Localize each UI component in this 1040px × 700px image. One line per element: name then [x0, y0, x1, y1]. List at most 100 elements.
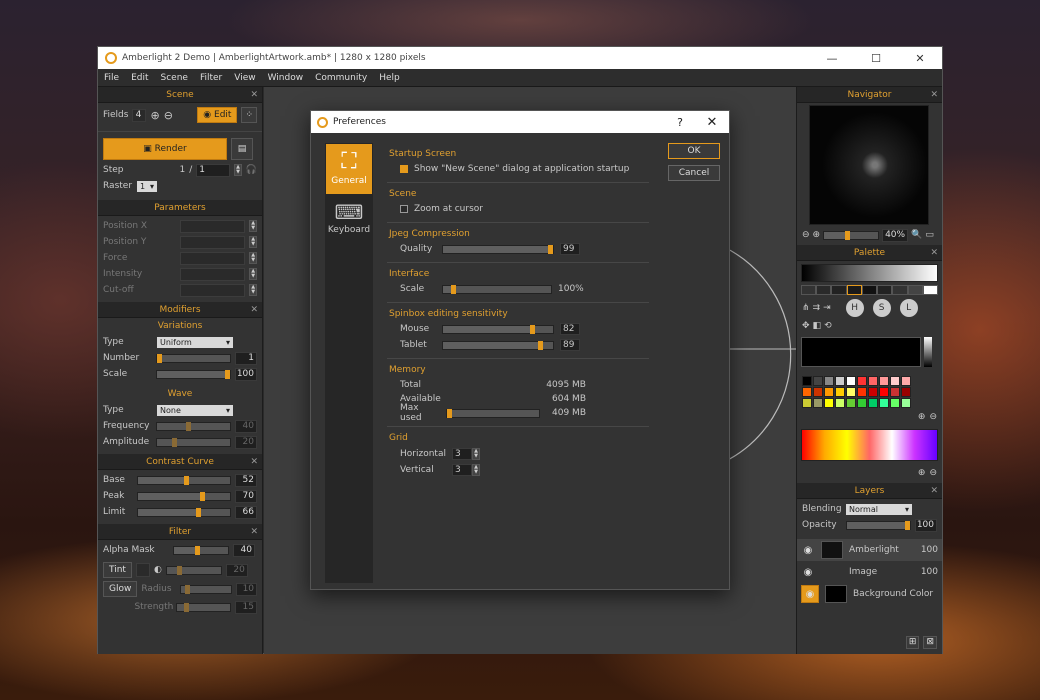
quality-slider[interactable]	[442, 244, 554, 254]
menu-help[interactable]: Help	[373, 73, 406, 83]
gradient-stops[interactable]	[801, 285, 938, 295]
fields-value[interactable]: 4	[132, 108, 147, 122]
render-settings-icon[interactable]: ▤	[231, 138, 253, 160]
menu-scene[interactable]: Scene	[155, 73, 194, 83]
minimize-button[interactable]: —	[810, 52, 854, 65]
alpha-mask-value[interactable]: 40	[233, 543, 255, 557]
menu-view[interactable]: View	[228, 73, 261, 83]
opacity-slider[interactable]	[845, 520, 912, 530]
tablet-slider[interactable]	[442, 340, 554, 350]
close-icon[interactable]: ✕	[250, 524, 258, 540]
nodes-icon[interactable]: ⋔	[802, 303, 810, 313]
scale-value[interactable]: 100	[235, 367, 257, 381]
menu-community[interactable]: Community	[309, 73, 373, 83]
remove-gradient-icon[interactable]: ⊖	[929, 468, 937, 478]
close-icon[interactable]: ✕	[930, 483, 938, 499]
render-button[interactable]: ▣ Render	[103, 138, 227, 160]
number-slider[interactable]	[156, 353, 232, 363]
quality-value[interactable]: 99	[560, 243, 580, 255]
swatch-grid-1[interactable]	[801, 375, 938, 409]
number-value[interactable]: 1	[235, 351, 257, 365]
zoom-in-icon[interactable]: ⊕	[813, 230, 821, 240]
menu-window[interactable]: Window	[262, 73, 310, 83]
tab-keyboard[interactable]: ⌨ Keyboard	[326, 195, 372, 245]
limit-value[interactable]: 66	[235, 505, 257, 519]
headphones-icon[interactable]: 🎧	[246, 165, 257, 175]
arrow-icon[interactable]: ⇥	[823, 303, 831, 313]
tab-general[interactable]: ⛶ General	[326, 144, 372, 194]
base-value[interactable]: 52	[235, 473, 257, 487]
tint-color-swatch[interactable]	[135, 563, 150, 577]
close-button[interactable]: ✕	[898, 52, 942, 65]
blending-dropdown[interactable]: Normal	[846, 503, 912, 515]
opacity-value[interactable]: 100	[915, 518, 937, 532]
layer-item[interactable]: ◉ Image 100	[797, 561, 942, 583]
gradient-bar[interactable]	[801, 264, 938, 282]
eye-icon[interactable]: ◉	[801, 585, 819, 603]
step-spin-arrows[interactable]: ▲ ▼	[234, 164, 242, 176]
flow-icon[interactable]: ⇉	[813, 303, 821, 313]
edit-button[interactable]: ◉ Edit	[197, 107, 238, 123]
fullscreen-icon[interactable]: ▭	[925, 230, 934, 240]
cycle-icon[interactable]: ⟲	[824, 321, 832, 331]
ok-button[interactable]: OK	[668, 143, 720, 159]
gradient-swatches[interactable]	[801, 429, 938, 461]
saturation-button[interactable]: S	[872, 299, 891, 317]
limit-slider[interactable]	[136, 507, 232, 517]
menu-edit[interactable]: Edit	[125, 73, 154, 83]
points-icon[interactable]: ⁘	[241, 107, 257, 123]
base-slider[interactable]	[136, 475, 232, 485]
startup-checkbox[interactable]	[400, 165, 408, 173]
alpha-mask-slider[interactable]	[173, 545, 229, 555]
brightness-slider[interactable]	[924, 337, 932, 367]
grid-vertical-spin[interactable]: ▲ ▼	[472, 464, 480, 476]
dialog-close-button[interactable]: ✕	[695, 115, 729, 130]
mouse-value[interactable]: 82	[560, 323, 580, 335]
delete-layer-icon[interactable]: ⊠	[923, 635, 937, 649]
zoom-out-icon[interactable]: ⊖	[802, 230, 810, 240]
menu-filter[interactable]: Filter	[194, 73, 228, 83]
hue-button[interactable]: H	[845, 299, 864, 317]
add-field-icon[interactable]: ⊕	[150, 109, 159, 122]
navigator-preview[interactable]	[809, 105, 929, 225]
close-icon[interactable]: ✕	[930, 87, 938, 103]
peak-slider[interactable]	[136, 491, 232, 501]
maximize-button[interactable]: ☐	[854, 52, 898, 65]
zoom-slider[interactable]	[823, 230, 880, 240]
raster-dropdown[interactable]: 1	[137, 180, 157, 192]
glow-button[interactable]: Glow	[103, 581, 138, 597]
close-icon[interactable]: ✕	[250, 454, 258, 470]
eye-icon[interactable]: ◉	[801, 567, 815, 578]
close-icon[interactable]: ✕	[250, 87, 258, 103]
help-button[interactable]: ?	[665, 116, 695, 129]
cancel-button[interactable]: Cancel	[668, 165, 720, 181]
zoom-at-cursor-checkbox[interactable]	[400, 205, 408, 213]
interface-scale-slider[interactable]	[442, 284, 552, 294]
fit-zoom-icon[interactable]: 🔍	[911, 230, 922, 240]
eye-icon[interactable]: ◉	[801, 545, 815, 556]
add-layer-icon[interactable]: ⊞	[905, 635, 920, 649]
peak-value[interactable]: 70	[235, 489, 257, 503]
add-swatch-icon[interactable]: ⊕	[918, 412, 926, 422]
remove-field-icon[interactable]: ⊖	[164, 109, 173, 122]
color-preview[interactable]	[801, 337, 921, 367]
tint-button[interactable]: Tint	[103, 562, 132, 578]
wave-type-dropdown[interactable]: None	[157, 404, 233, 416]
remove-swatch-icon[interactable]: ⊖	[929, 412, 937, 422]
add-gradient-icon[interactable]: ⊕	[918, 468, 926, 478]
move-icon[interactable]: ✥	[802, 321, 810, 331]
scale-slider[interactable]	[156, 369, 232, 379]
grid-horizontal-spin[interactable]: ▲ ▼	[472, 448, 480, 460]
layer-item[interactable]: ◉ Amberlight 100	[797, 539, 942, 561]
square-icon[interactable]: ◧	[813, 321, 822, 331]
close-icon[interactable]: ✕	[250, 302, 258, 318]
variations-type-dropdown[interactable]: Uniform	[157, 336, 233, 348]
lightness-button[interactable]: L	[899, 299, 918, 317]
grid-horizontal-input[interactable]: 3	[452, 448, 472, 460]
background-color-swatch[interactable]	[825, 585, 847, 603]
close-icon[interactable]: ✕	[930, 245, 938, 261]
step-total-input[interactable]: 1	[196, 163, 231, 177]
mouse-slider[interactable]	[442, 324, 554, 334]
zoom-value[interactable]: 40%	[882, 228, 909, 242]
grid-vertical-input[interactable]: 3	[452, 464, 472, 476]
